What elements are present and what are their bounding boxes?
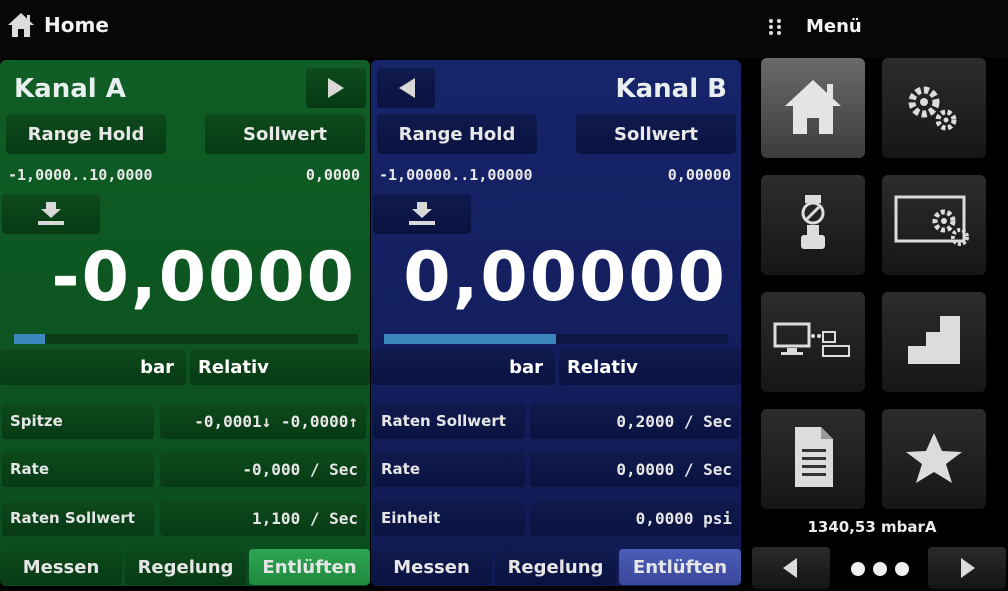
page-indicator-icon [851, 562, 909, 576]
arrow-left-icon [399, 78, 415, 98]
page-title: Home [44, 13, 109, 37]
tab-measure[interactable]: Messen [0, 549, 122, 585]
arrow-right-icon [328, 78, 344, 98]
arrow-right-icon [961, 558, 975, 578]
channel-b-progress [384, 334, 728, 344]
channel-a-progress-fill [14, 334, 45, 344]
channel-a-progress [14, 334, 358, 344]
next-page-button[interactable] [928, 547, 1006, 589]
row-label[interactable]: Rate [2, 451, 154, 487]
arrow-left-icon [783, 558, 797, 578]
tab-measure[interactable]: Messen [371, 549, 492, 585]
tare-download-icon [38, 202, 64, 225]
channel-b-reading: 0,00000 [403, 238, 727, 317]
tab-vent[interactable]: Entlüften [619, 549, 741, 585]
setpoint-value: 0,00000 [667, 166, 731, 184]
tab-vent[interactable]: Entlüften [249, 549, 370, 585]
channel-b-panel: Kanal B Range Hold Sollwert -1,00000..1,… [371, 60, 741, 586]
prev-page-button[interactable] [752, 547, 830, 589]
unit-button[interactable]: bar [0, 349, 186, 385]
range-text: -1,0000..10,0000 [8, 166, 153, 184]
row-value[interactable]: 0,0000 / Sec [530, 451, 740, 487]
remote-tile[interactable] [761, 292, 865, 392]
row-label[interactable]: Rate [373, 451, 525, 487]
prev-channel-button[interactable] [377, 68, 435, 108]
next-channel-button[interactable] [306, 68, 366, 108]
channel-b-title: Kanal B [615, 74, 727, 104]
row-value[interactable]: 1,100 / Sec [160, 500, 366, 536]
document-tile[interactable] [761, 409, 865, 509]
row-value[interactable]: -0,0001↓ -0,0000↑ [160, 403, 366, 439]
top-bar: Home Menü [0, 0, 1008, 58]
unit-button[interactable]: bar [371, 349, 555, 385]
row-label[interactable]: Raten Sollwert [2, 500, 154, 536]
range-hold-button[interactable]: Range Hold [6, 114, 166, 154]
tab-control[interactable]: Regelung [125, 549, 246, 585]
display-settings-tile[interactable] [882, 175, 986, 275]
favorite-tile[interactable] [882, 409, 986, 509]
home-icon[interactable] [6, 10, 36, 40]
channel-a-panel: Kanal A Range Hold Sollwert -1,0000..10,… [0, 60, 370, 586]
regulator-icon [801, 195, 825, 249]
row-value[interactable]: 0,2000 / Sec [530, 403, 740, 439]
range-hold-button[interactable]: Range Hold [377, 114, 537, 154]
row-label[interactable]: Raten Sollwert [373, 403, 525, 439]
step-chart-icon [908, 316, 960, 364]
mode-button[interactable]: Relativ [190, 349, 370, 385]
channel-a-title: Kanal A [14, 74, 126, 104]
home-tile[interactable] [761, 58, 865, 158]
row-value[interactable]: -0,000 / Sec [160, 451, 366, 487]
step-tile[interactable] [882, 292, 986, 392]
display-settings-icon [894, 195, 969, 246]
tab-control[interactable]: Regelung [495, 549, 616, 585]
document-icon [795, 427, 833, 487]
settings-tile[interactable] [882, 58, 986, 158]
barometer-reading: 1340,53 mbarA [807, 518, 937, 536]
menu-grid-icon[interactable] [768, 18, 782, 36]
tare-download-icon [409, 202, 435, 225]
setpoint-value: 0,0000 [305, 166, 360, 184]
home-icon [785, 80, 841, 134]
row-value[interactable]: 0,0000 psi [530, 500, 740, 536]
zero-button[interactable] [373, 194, 471, 234]
range-text: -1,00000..1,00000 [379, 166, 533, 184]
channel-b-progress-fill [384, 334, 556, 344]
settings-gears-icon [908, 86, 957, 131]
mode-button[interactable]: Relativ [559, 349, 741, 385]
zero-button[interactable] [2, 194, 100, 234]
favorite-star-icon [906, 433, 962, 483]
setpoint-button[interactable]: Sollwert [205, 114, 365, 154]
menu-button[interactable]: Menü [806, 16, 862, 37]
monitor-network-icon [773, 322, 850, 357]
setpoint-button[interactable]: Sollwert [576, 114, 736, 154]
regulator-tile[interactable] [761, 175, 865, 275]
row-label[interactable]: Einheit [373, 500, 525, 536]
channel-a-reading: -0,0000 [51, 238, 356, 317]
row-label[interactable]: Spitze [2, 403, 154, 439]
